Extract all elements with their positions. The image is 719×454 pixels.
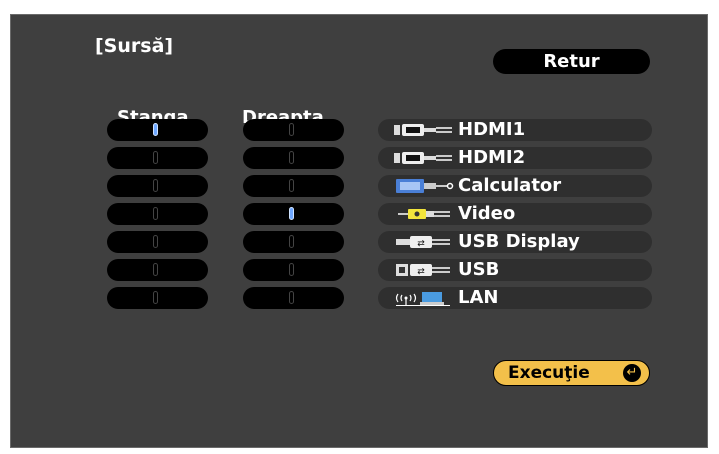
right-select-video[interactable] xyxy=(243,203,344,225)
selection-indicator-icon xyxy=(153,235,158,248)
selection-indicator-icon xyxy=(153,123,158,136)
selection-indicator-icon xyxy=(153,263,158,276)
composite-video-icon xyxy=(398,209,450,219)
left-select-video[interactable] xyxy=(107,203,208,225)
right-select-hdmi2[interactable] xyxy=(243,147,344,169)
right-select-calculator[interactable] xyxy=(243,175,344,197)
vga-computer-icon xyxy=(396,179,454,193)
lan-wireless-icon xyxy=(395,292,450,306)
selection-indicator-icon xyxy=(289,235,294,248)
hdmi-icon xyxy=(394,152,452,164)
selection-indicator-icon xyxy=(289,291,294,304)
right-select-usb-display[interactable] xyxy=(243,231,344,253)
source-row-usb-display[interactable]: ⇄ USB Display xyxy=(378,231,652,253)
svg-text:⇄: ⇄ xyxy=(417,239,425,249)
selection-indicator-icon xyxy=(289,123,294,136)
execute-button[interactable]: Execuţie ↵ xyxy=(493,360,650,386)
selection-indicator-icon xyxy=(289,179,294,192)
enter-icon: ↵ xyxy=(623,364,641,382)
source-label: Calculator xyxy=(458,175,562,196)
page-title: [Sursă] xyxy=(95,35,174,57)
left-select-hdmi1[interactable] xyxy=(107,119,208,141)
source-row-lan[interactable]: LAN xyxy=(378,287,652,309)
selection-indicator-icon xyxy=(289,207,294,220)
source-label: Video xyxy=(458,203,516,224)
source-row-hdmi2[interactable]: HDMI2 xyxy=(378,147,652,169)
source-label: LAN xyxy=(458,287,499,308)
source-row-video[interactable]: Video xyxy=(378,203,652,225)
source-label: HDMI1 xyxy=(458,119,526,140)
source-label: USB xyxy=(458,259,500,280)
left-select-usb-display[interactable] xyxy=(107,231,208,253)
source-label: USB Display xyxy=(458,231,580,252)
selection-indicator-icon xyxy=(153,291,158,304)
left-select-hdmi2[interactable] xyxy=(107,147,208,169)
source-selection-panel: [Sursă] Retur Stanga Dreapta HDMI1 HDMI2… xyxy=(10,14,708,448)
usb-icon: ⇄ xyxy=(396,264,450,277)
source-label: HDMI2 xyxy=(458,147,526,168)
selection-indicator-icon xyxy=(153,179,158,192)
source-row-hdmi1[interactable]: HDMI1 xyxy=(378,119,652,141)
svg-text:⇄: ⇄ xyxy=(417,267,425,277)
left-select-usb[interactable] xyxy=(107,259,208,281)
source-row-usb[interactable]: ⇄ USB xyxy=(378,259,652,281)
right-select-hdmi1[interactable] xyxy=(243,119,344,141)
right-select-usb[interactable] xyxy=(243,259,344,281)
right-select-lan[interactable] xyxy=(243,287,344,309)
usb-display-icon: ⇄ xyxy=(396,236,450,249)
selection-indicator-icon xyxy=(153,151,158,164)
return-button[interactable]: Retur xyxy=(493,49,650,74)
hdmi-icon xyxy=(394,124,452,136)
execute-label: Execuţie xyxy=(508,363,590,383)
source-row-calculator[interactable]: Calculator xyxy=(378,175,652,197)
selection-indicator-icon xyxy=(289,151,294,164)
left-select-lan[interactable] xyxy=(107,287,208,309)
left-select-calculator[interactable] xyxy=(107,175,208,197)
selection-indicator-icon xyxy=(289,263,294,276)
selection-indicator-icon xyxy=(153,207,158,220)
